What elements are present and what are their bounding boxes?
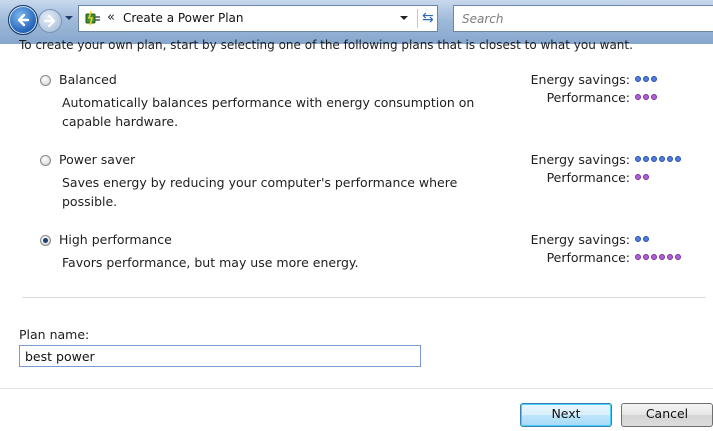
energy-dot [635,236,641,242]
plan-name-label[interactable]: Power saver [59,152,135,167]
performance-dot [635,174,641,180]
plan-description: Saves energy by reducing your computer's… [62,175,458,209]
energy-dot [651,156,657,162]
energy-savings-label: Energy savings: [530,72,630,87]
radio-power-saver[interactable] [40,155,51,166]
plan-ratings: Energy savings: Performance: [512,232,712,268]
energy-savings-dots [635,76,657,82]
energy-dot [635,156,641,162]
performance-dot [675,254,681,260]
energy-dot [635,76,641,82]
breadcrumb-chevron[interactable]: « [107,10,115,25]
breadcrumb-current[interactable]: Create a Power Plan [123,11,243,25]
performance-dot [643,254,649,260]
footer-divider [0,388,713,389]
performance-dot [651,94,657,100]
performance-dot [651,254,657,260]
recent-pages-dropdown-icon[interactable] [63,12,75,24]
performance-dot [635,94,641,100]
cancel-button[interactable]: Cancel [621,403,713,427]
radio-high-performance[interactable] [40,235,51,246]
address-bar[interactable]: « Create a Power Plan ⇆ [78,5,438,32]
search-box[interactable]: Search [453,5,713,32]
forward-arrow-icon [43,14,56,28]
plan-description: Favors performance, but may use more ene… [62,255,359,270]
performance-dot [635,254,641,260]
performance-dot [643,174,649,180]
energy-dot [643,236,649,242]
next-button[interactable]: Next [520,403,612,427]
search-placeholder[interactable]: Search [462,12,504,26]
performance-dots [635,94,657,100]
performance-dot [643,94,649,100]
back-arrow-icon [17,13,30,27]
performance-dot [667,254,673,260]
energy-dot [675,156,681,162]
plan-description: Automatically balances performance with … [62,95,475,129]
plan-name-input[interactable] [19,345,421,367]
performance-dots [635,174,649,180]
energy-savings-dots [635,156,681,162]
energy-dot [659,156,665,162]
energy-dot [667,156,673,162]
energy-dot [643,156,649,162]
plan-ratings: Energy savings: Performance: [512,152,712,188]
performance-label: Performance: [546,90,630,105]
address-separator [417,9,418,28]
performance-label: Performance: [546,250,630,265]
energy-dot [643,76,649,82]
energy-savings-label: Energy savings: [530,152,630,167]
plan-name-label[interactable]: High performance [59,232,172,247]
performance-label: Performance: [546,170,630,185]
performance-dot [659,254,665,260]
energy-savings-dots [635,236,649,242]
performance-dots [635,254,681,260]
energy-dot [651,76,657,82]
address-dropdown-icon[interactable] [397,11,411,25]
refresh-icon[interactable]: ⇆ [422,9,438,27]
radio-balanced[interactable] [40,75,51,86]
plan-name-field-label: Plan name: [19,327,90,342]
energy-savings-label: Energy savings: [530,232,630,247]
instruction-text: To create your own plan, start by select… [19,38,633,52]
plan-name-label[interactable]: Balanced [59,72,117,87]
forward-button[interactable] [38,9,62,33]
plan-ratings: Energy savings: Performance: [512,72,712,108]
section-divider [22,297,706,298]
back-button[interactable] [8,5,38,35]
power-options-icon [85,10,100,26]
